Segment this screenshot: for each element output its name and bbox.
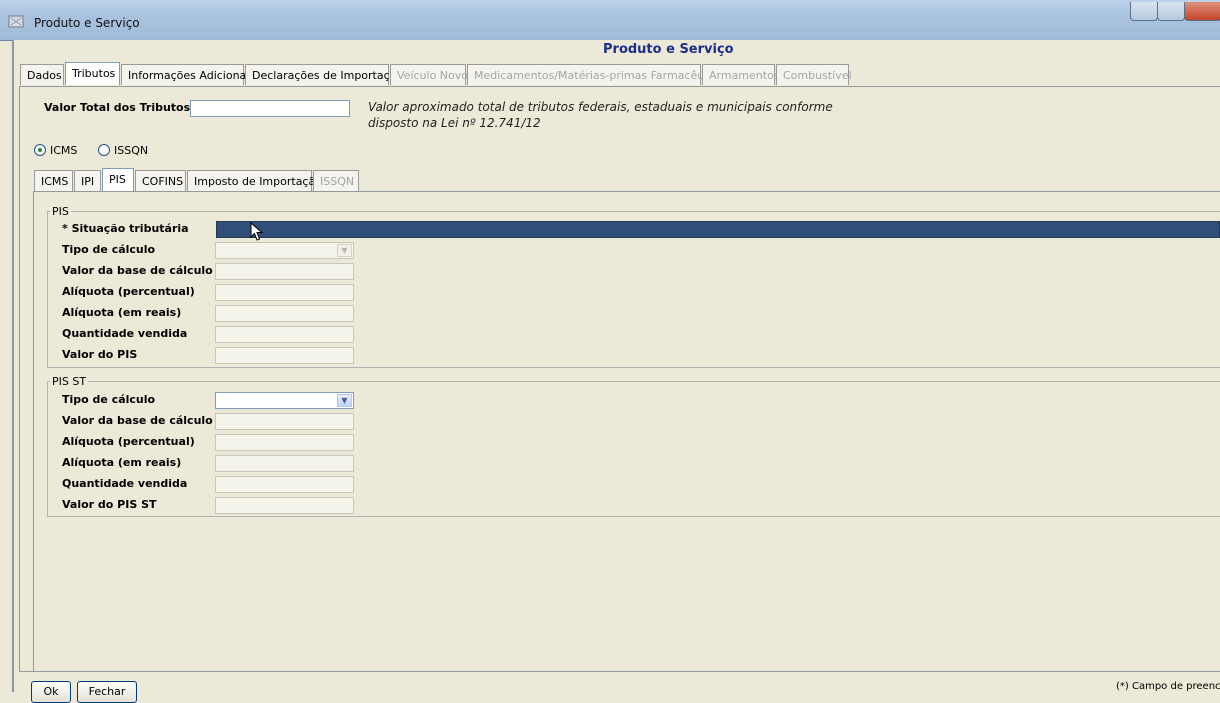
tab-declaracoes-importacao[interactable]: Declarações de Importação (245, 64, 403, 85)
radio-icms-label[interactable]: ICMS (50, 144, 77, 157)
pis-st-aliquota-percent-label: Alíquota (percentual) (62, 435, 195, 448)
pis-tipo-calculo-combo[interactable]: ▼ (215, 242, 354, 259)
subtab-imposto-importacao[interactable]: Imposto de Importação (187, 170, 322, 191)
pis-base-calculo-input[interactable] (215, 263, 354, 280)
subtab-icms[interactable]: ICMS (34, 170, 73, 191)
fechar-button[interactable]: Fechar (77, 681, 137, 703)
pis-base-calculo-label: Valor da base de cálculo (62, 264, 213, 277)
radio-icms[interactable] (34, 144, 46, 156)
pis-quantidade-label: Quantidade vendida (62, 327, 188, 340)
subtab-cofins[interactable]: COFINS (135, 170, 186, 191)
pis-st-quantidade-input[interactable] (215, 476, 354, 493)
pis-group-title: PIS (50, 205, 71, 218)
lei-note-line2: disposto na Lei nº 12.741/12 (368, 116, 541, 130)
pis-st-base-calculo-label: Valor da base de cálculo (62, 414, 213, 427)
ok-button[interactable]: Ok (31, 681, 71, 703)
situacao-label: * Situação tributária (62, 222, 189, 235)
pis-st-valor-label: Valor do PIS ST (62, 498, 157, 511)
minimize-button[interactable] (1130, 2, 1158, 21)
radio-issqn-label[interactable]: ISSQN (114, 144, 148, 157)
pis-st-tipo-calculo-combo[interactable]: ▼ (215, 392, 354, 409)
tab-veiculo-novo[interactable]: Veículo Novo (390, 64, 468, 85)
pis-valor-label: Valor do PIS (62, 348, 138, 361)
pis-st-aliquota-reais-label: Alíquota (em reais) (62, 456, 182, 469)
subtab-pis[interactable]: PIS (102, 168, 134, 191)
pis-aliquota-reais-label: Alíquota (em reais) (62, 306, 182, 319)
window-title-bar: Produto e Serviço (0, 0, 1220, 41)
pis-st-aliquota-reais-input[interactable] (215, 455, 354, 472)
tab-informacoes-adicionais[interactable]: Informações Adicionais (121, 64, 255, 85)
pis-st-quantidade-label: Quantidade vendida (62, 477, 188, 490)
tab-armamentos[interactable]: Armamentos (702, 64, 780, 85)
pis-valor-input[interactable] (215, 347, 354, 364)
tab-medicamentos[interactable]: Medicamentos/Matérias-primas Farmacêutic… (467, 64, 730, 85)
valor-total-label: Valor Total dos Tributos (44, 101, 191, 114)
required-field-note: (*) Campo de preenc (1116, 681, 1220, 692)
radio-selected-dot (38, 148, 42, 152)
subtab-issqn[interactable]: ISSQN (313, 170, 359, 191)
app-icon (8, 15, 24, 28)
page-title: Produto e Serviço (603, 42, 734, 57)
subtab-ipi[interactable]: IPI (74, 170, 101, 191)
pis-st-base-calculo-input[interactable] (215, 413, 354, 430)
pis-st-tipo-calculo-label: Tipo de cálculo (62, 393, 156, 406)
window-title: Produto e Serviço (34, 16, 140, 30)
pis-tipo-calculo-label: Tipo de cálculo (62, 243, 156, 256)
pis-st-aliquota-percent-input[interactable] (215, 434, 354, 451)
radio-issqn[interactable] (98, 144, 110, 156)
situacao-tributaria-combo[interactable] (216, 221, 1220, 238)
tab-dados[interactable]: Dados (20, 64, 64, 85)
mouse-pointer-icon (250, 222, 264, 241)
tab-tributos[interactable]: Tributos (65, 62, 120, 85)
valor-total-input[interactable] (190, 100, 350, 117)
pis-aliquota-reais-input[interactable] (215, 305, 354, 322)
pis-aliquota-percent-input[interactable] (215, 284, 354, 301)
pis-st-valor-input[interactable] (215, 497, 354, 514)
pis-st-group-title: PIS ST (50, 375, 89, 388)
maximize-button[interactable] (1157, 2, 1185, 21)
tab-combustivel[interactable]: Combustível (776, 64, 852, 85)
pis-quantidade-input[interactable] (215, 326, 354, 343)
pis-aliquota-percent-label: Alíquota (percentual) (62, 285, 195, 298)
chevron-down-icon: ▼ (337, 244, 352, 257)
lei-note-line1: Valor aproximado total de tributos feder… (368, 100, 833, 114)
close-button[interactable] (1184, 2, 1220, 21)
chevron-down-icon: ▼ (337, 394, 352, 407)
